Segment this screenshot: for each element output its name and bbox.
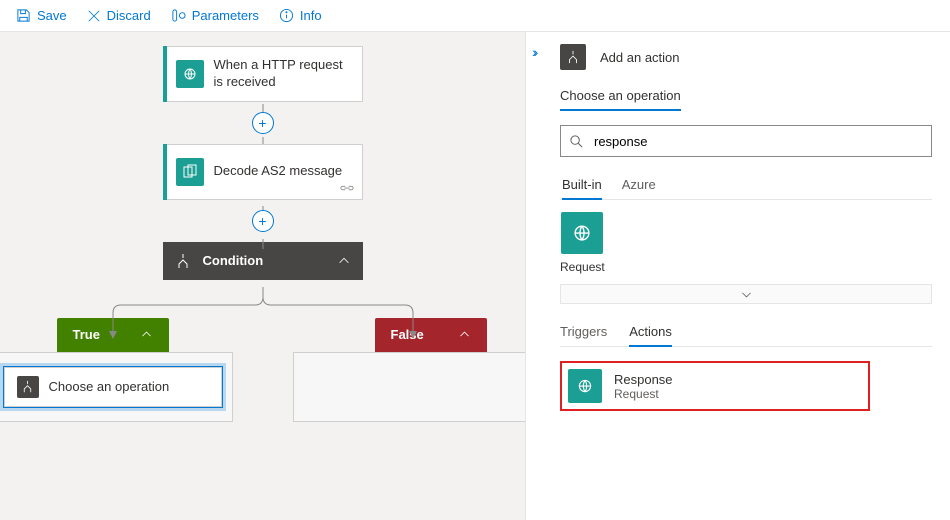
operation-icon: [17, 376, 39, 398]
response-action-icon: [568, 369, 602, 403]
false-branch: False: [293, 318, 533, 422]
chevron-up-icon: [140, 328, 153, 341]
collapse-panel-button[interactable]: ››: [532, 44, 535, 60]
search-input[interactable]: [592, 133, 923, 150]
tab-triggers[interactable]: Triggers: [560, 318, 607, 346]
save-button[interactable]: Save: [6, 4, 77, 27]
chevron-up-icon: [337, 254, 351, 268]
chevron-up-icon: [458, 328, 471, 341]
info-label: Info: [300, 8, 322, 23]
chevron-down-icon: [740, 288, 753, 301]
true-branch: True Choose an operation: [0, 318, 233, 422]
request-connector-icon: [561, 212, 603, 254]
as2-icon: [176, 158, 204, 186]
search-icon: [569, 134, 584, 149]
tab-built-in[interactable]: Built-in: [562, 171, 602, 200]
panel-title: Add an action: [600, 50, 680, 65]
operation-icon: [560, 44, 586, 70]
action-decode-as2[interactable]: Decode AS2 message: [163, 144, 363, 200]
condition-title: Condition: [203, 253, 264, 268]
false-header[interactable]: False: [375, 318, 487, 352]
decode-as2-title: Decode AS2 message: [214, 163, 343, 180]
discard-button[interactable]: Discard: [77, 4, 161, 27]
condition-icon: [175, 253, 191, 269]
result-subtitle: Request: [614, 387, 673, 401]
true-header[interactable]: True: [57, 318, 169, 352]
choose-operation-tab[interactable]: Choose an operation: [560, 82, 681, 111]
discard-label: Discard: [107, 8, 151, 23]
link-icon: [340, 183, 354, 193]
operation-panel: ›› Add an action Choose an operation Bui…: [525, 32, 950, 520]
insert-step-button[interactable]: +: [252, 112, 274, 134]
trigger-step[interactable]: When a HTTP request is received: [163, 46, 363, 102]
choose-operation-button[interactable]: Choose an operation: [4, 367, 222, 407]
save-icon: [16, 8, 31, 23]
tab-actions[interactable]: Actions: [629, 318, 672, 347]
info-button[interactable]: Info: [269, 4, 332, 27]
insert-step-button-2[interactable]: +: [252, 210, 274, 232]
action-result-response[interactable]: Response Request: [560, 361, 870, 411]
parameters-button[interactable]: Parameters: [161, 4, 269, 27]
choose-operation-label: Choose an operation: [49, 379, 170, 394]
trigger-title: When a HTTP request is received: [214, 57, 350, 91]
connector-request-label: Request: [560, 260, 605, 274]
parameters-label: Parameters: [192, 8, 259, 23]
close-icon: [87, 9, 101, 23]
designer-canvas[interactable]: When a HTTP request is received + Decode…: [0, 32, 525, 520]
search-box[interactable]: [560, 125, 932, 157]
result-name: Response: [614, 372, 673, 387]
parameters-icon: [171, 8, 186, 23]
expand-connectors-button[interactable]: [560, 284, 932, 304]
save-label: Save: [37, 8, 67, 23]
http-request-icon: [176, 60, 204, 88]
command-bar: Save Discard Parameters Info: [0, 0, 950, 32]
tab-azure[interactable]: Azure: [622, 171, 656, 199]
info-icon: [279, 8, 294, 23]
connector-request[interactable]: Request: [560, 212, 605, 274]
